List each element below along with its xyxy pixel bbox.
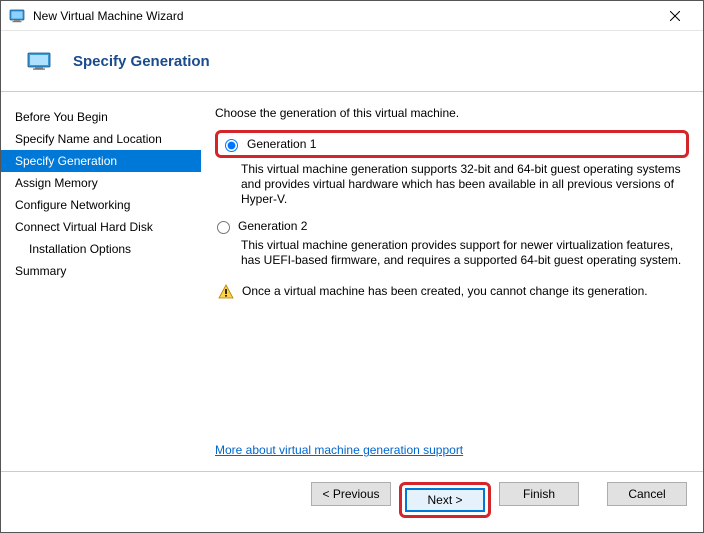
sidebar-item-specify-name[interactable]: Specify Name and Location bbox=[1, 128, 201, 150]
option-gen2: Generation 2 bbox=[215, 219, 689, 234]
close-button[interactable] bbox=[655, 2, 695, 30]
next-button[interactable]: Next > bbox=[405, 488, 485, 512]
desc-gen1: This virtual machine generation supports… bbox=[241, 162, 689, 207]
prompt-text: Choose the generation of this virtual ma… bbox=[215, 106, 689, 120]
sidebar-item-specify-generation[interactable]: Specify Generation bbox=[1, 150, 201, 172]
highlight-next: Next > bbox=[399, 482, 491, 518]
app-icon bbox=[9, 8, 25, 24]
header: Specify Generation bbox=[1, 31, 703, 91]
warning-row: Once a virtual machine has been created,… bbox=[215, 284, 689, 300]
radio-generation-2[interactable] bbox=[217, 221, 230, 234]
titlebar: New Virtual Machine Wizard bbox=[1, 1, 703, 31]
sidebar-item-installation-options[interactable]: Installation Options bbox=[1, 238, 201, 260]
main-content: Choose the generation of this virtual ma… bbox=[201, 92, 703, 471]
cancel-button[interactable]: Cancel bbox=[607, 482, 687, 506]
previous-button[interactable]: < Previous bbox=[311, 482, 391, 506]
sidebar-item-before-you-begin[interactable]: Before You Begin bbox=[1, 106, 201, 128]
more-info-link[interactable]: More about virtual machine generation su… bbox=[215, 443, 463, 457]
radio-label-gen1: Generation 1 bbox=[247, 137, 316, 151]
sidebar-item-configure-networking[interactable]: Configure Networking bbox=[1, 194, 201, 216]
highlight-gen1: Generation 1 bbox=[215, 130, 689, 158]
body: Before You Begin Specify Name and Locati… bbox=[1, 92, 703, 471]
sidebar: Before You Begin Specify Name and Locati… bbox=[1, 92, 201, 471]
desc-gen2: This virtual machine generation provides… bbox=[241, 238, 689, 268]
radio-label-gen2: Generation 2 bbox=[238, 219, 307, 233]
sidebar-item-assign-memory[interactable]: Assign Memory bbox=[1, 172, 201, 194]
sidebar-item-connect-vhd[interactable]: Connect Virtual Hard Disk bbox=[1, 216, 201, 238]
radio-generation-1[interactable] bbox=[225, 139, 238, 152]
window-title: New Virtual Machine Wizard bbox=[33, 9, 655, 23]
wizard-window: New Virtual Machine Wizard Specify Gener… bbox=[0, 0, 704, 533]
page-title: Specify Generation bbox=[73, 53, 210, 70]
sidebar-item-summary[interactable]: Summary bbox=[1, 260, 201, 282]
warning-text: Once a virtual machine has been created,… bbox=[242, 284, 648, 298]
header-icon bbox=[27, 52, 51, 70]
finish-button[interactable]: Finish bbox=[499, 482, 579, 506]
link-row: More about virtual machine generation su… bbox=[215, 443, 689, 471]
warning-icon bbox=[218, 284, 234, 300]
footer: < Previous Next > Finish Cancel bbox=[1, 471, 703, 532]
